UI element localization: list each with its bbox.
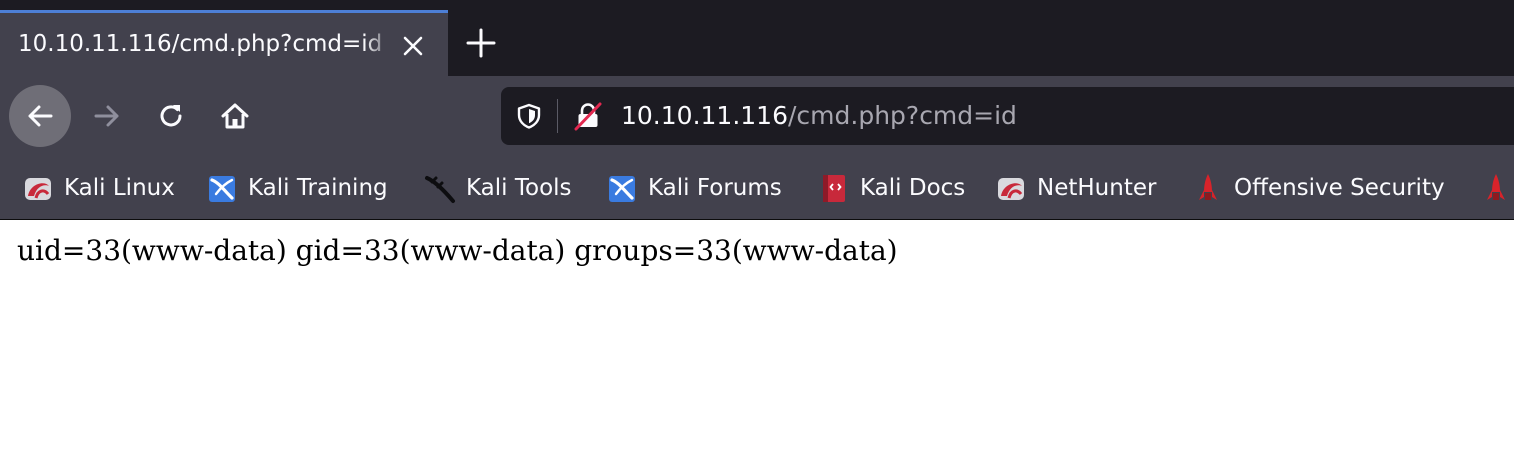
url-bar[interactable]: 10.10.11.116/cmd.php?cmd=id: [501, 87, 1514, 145]
kali-training-icon: [209, 176, 235, 202]
shield-icon[interactable]: [515, 102, 543, 130]
bookmark-overflow[interactable]: [1480, 156, 1514, 219]
offsec-icon: [1199, 174, 1217, 200]
home-icon: [221, 103, 249, 129]
bookmark-offensive-security[interactable]: Offensive Security: [1192, 156, 1445, 219]
url-separator: [557, 99, 558, 133]
home-button[interactable]: [204, 85, 266, 147]
bookmark-kali-tools[interactable]: Kali Tools: [424, 156, 572, 219]
navigation-toolbar: 10.10.11.116/cmd.php?cmd=id: [0, 76, 1514, 156]
plus-icon[interactable]: [464, 26, 498, 60]
command-output: uid=33(www-data) gid=33(www-data) groups…: [17, 234, 898, 267]
bookmark-label: Kali Linux: [64, 175, 175, 201]
bookmark-label: Kali Forums: [648, 175, 782, 201]
bookmark-label: Kali Tools: [466, 175, 572, 201]
nethunter-icon: [998, 178, 1024, 200]
kali-tools-icon: [425, 176, 455, 203]
url-host: 10.10.11.116: [621, 101, 788, 130]
bookmark-label: NetHunter: [1037, 175, 1157, 201]
reload-button[interactable]: [140, 85, 202, 147]
bookmark-nethunter[interactable]: NetHunter: [995, 156, 1157, 219]
bookmarks-toolbar: Kali Linux Kali Training Kali Tools Kali…: [0, 156, 1514, 220]
bookmark-kali-training[interactable]: Kali Training: [206, 156, 388, 219]
insecure-lock-icon[interactable]: [573, 101, 603, 131]
page-content: uid=33(www-data) gid=33(www-data) groups…: [0, 220, 1514, 464]
bookmark-label: Kali Docs: [860, 175, 966, 201]
arrow-left-icon: [28, 105, 53, 127]
tab-strip: 10.10.11.116/cmd.php?cmd=id: [0, 0, 1514, 76]
close-icon[interactable]: [398, 31, 428, 61]
bookmark-label: Kali Training: [248, 175, 388, 201]
bookmark-kali-linux[interactable]: Kali Linux: [22, 156, 175, 219]
back-button[interactable]: [9, 85, 71, 147]
tab-active[interactable]: 10.10.11.116/cmd.php?cmd=id: [0, 10, 448, 76]
tab-title: 10.10.11.116/cmd.php?cmd=id: [18, 31, 383, 57]
bookmark-kali-forums[interactable]: Kali Forums: [606, 156, 782, 219]
reload-icon: [160, 105, 182, 127]
arrow-right-icon: [94, 105, 119, 127]
kali-docs-icon: [823, 175, 845, 202]
url-path: /cmd.php?cmd=id: [788, 101, 1017, 130]
browser-window: 10.10.11.116/cmd.php?cmd=id 10.10.11.116…: [0, 0, 1514, 464]
forward-button[interactable]: [76, 85, 138, 147]
bookmark-label: Offensive Security: [1234, 175, 1445, 201]
offsec-icon: [1487, 174, 1505, 200]
bookmark-kali-docs[interactable]: Kali Docs: [818, 156, 966, 219]
kali-dragon-icon: [25, 178, 51, 200]
kali-forums-icon: [609, 176, 635, 202]
url-text[interactable]: 10.10.11.116/cmd.php?cmd=id: [621, 87, 1017, 145]
